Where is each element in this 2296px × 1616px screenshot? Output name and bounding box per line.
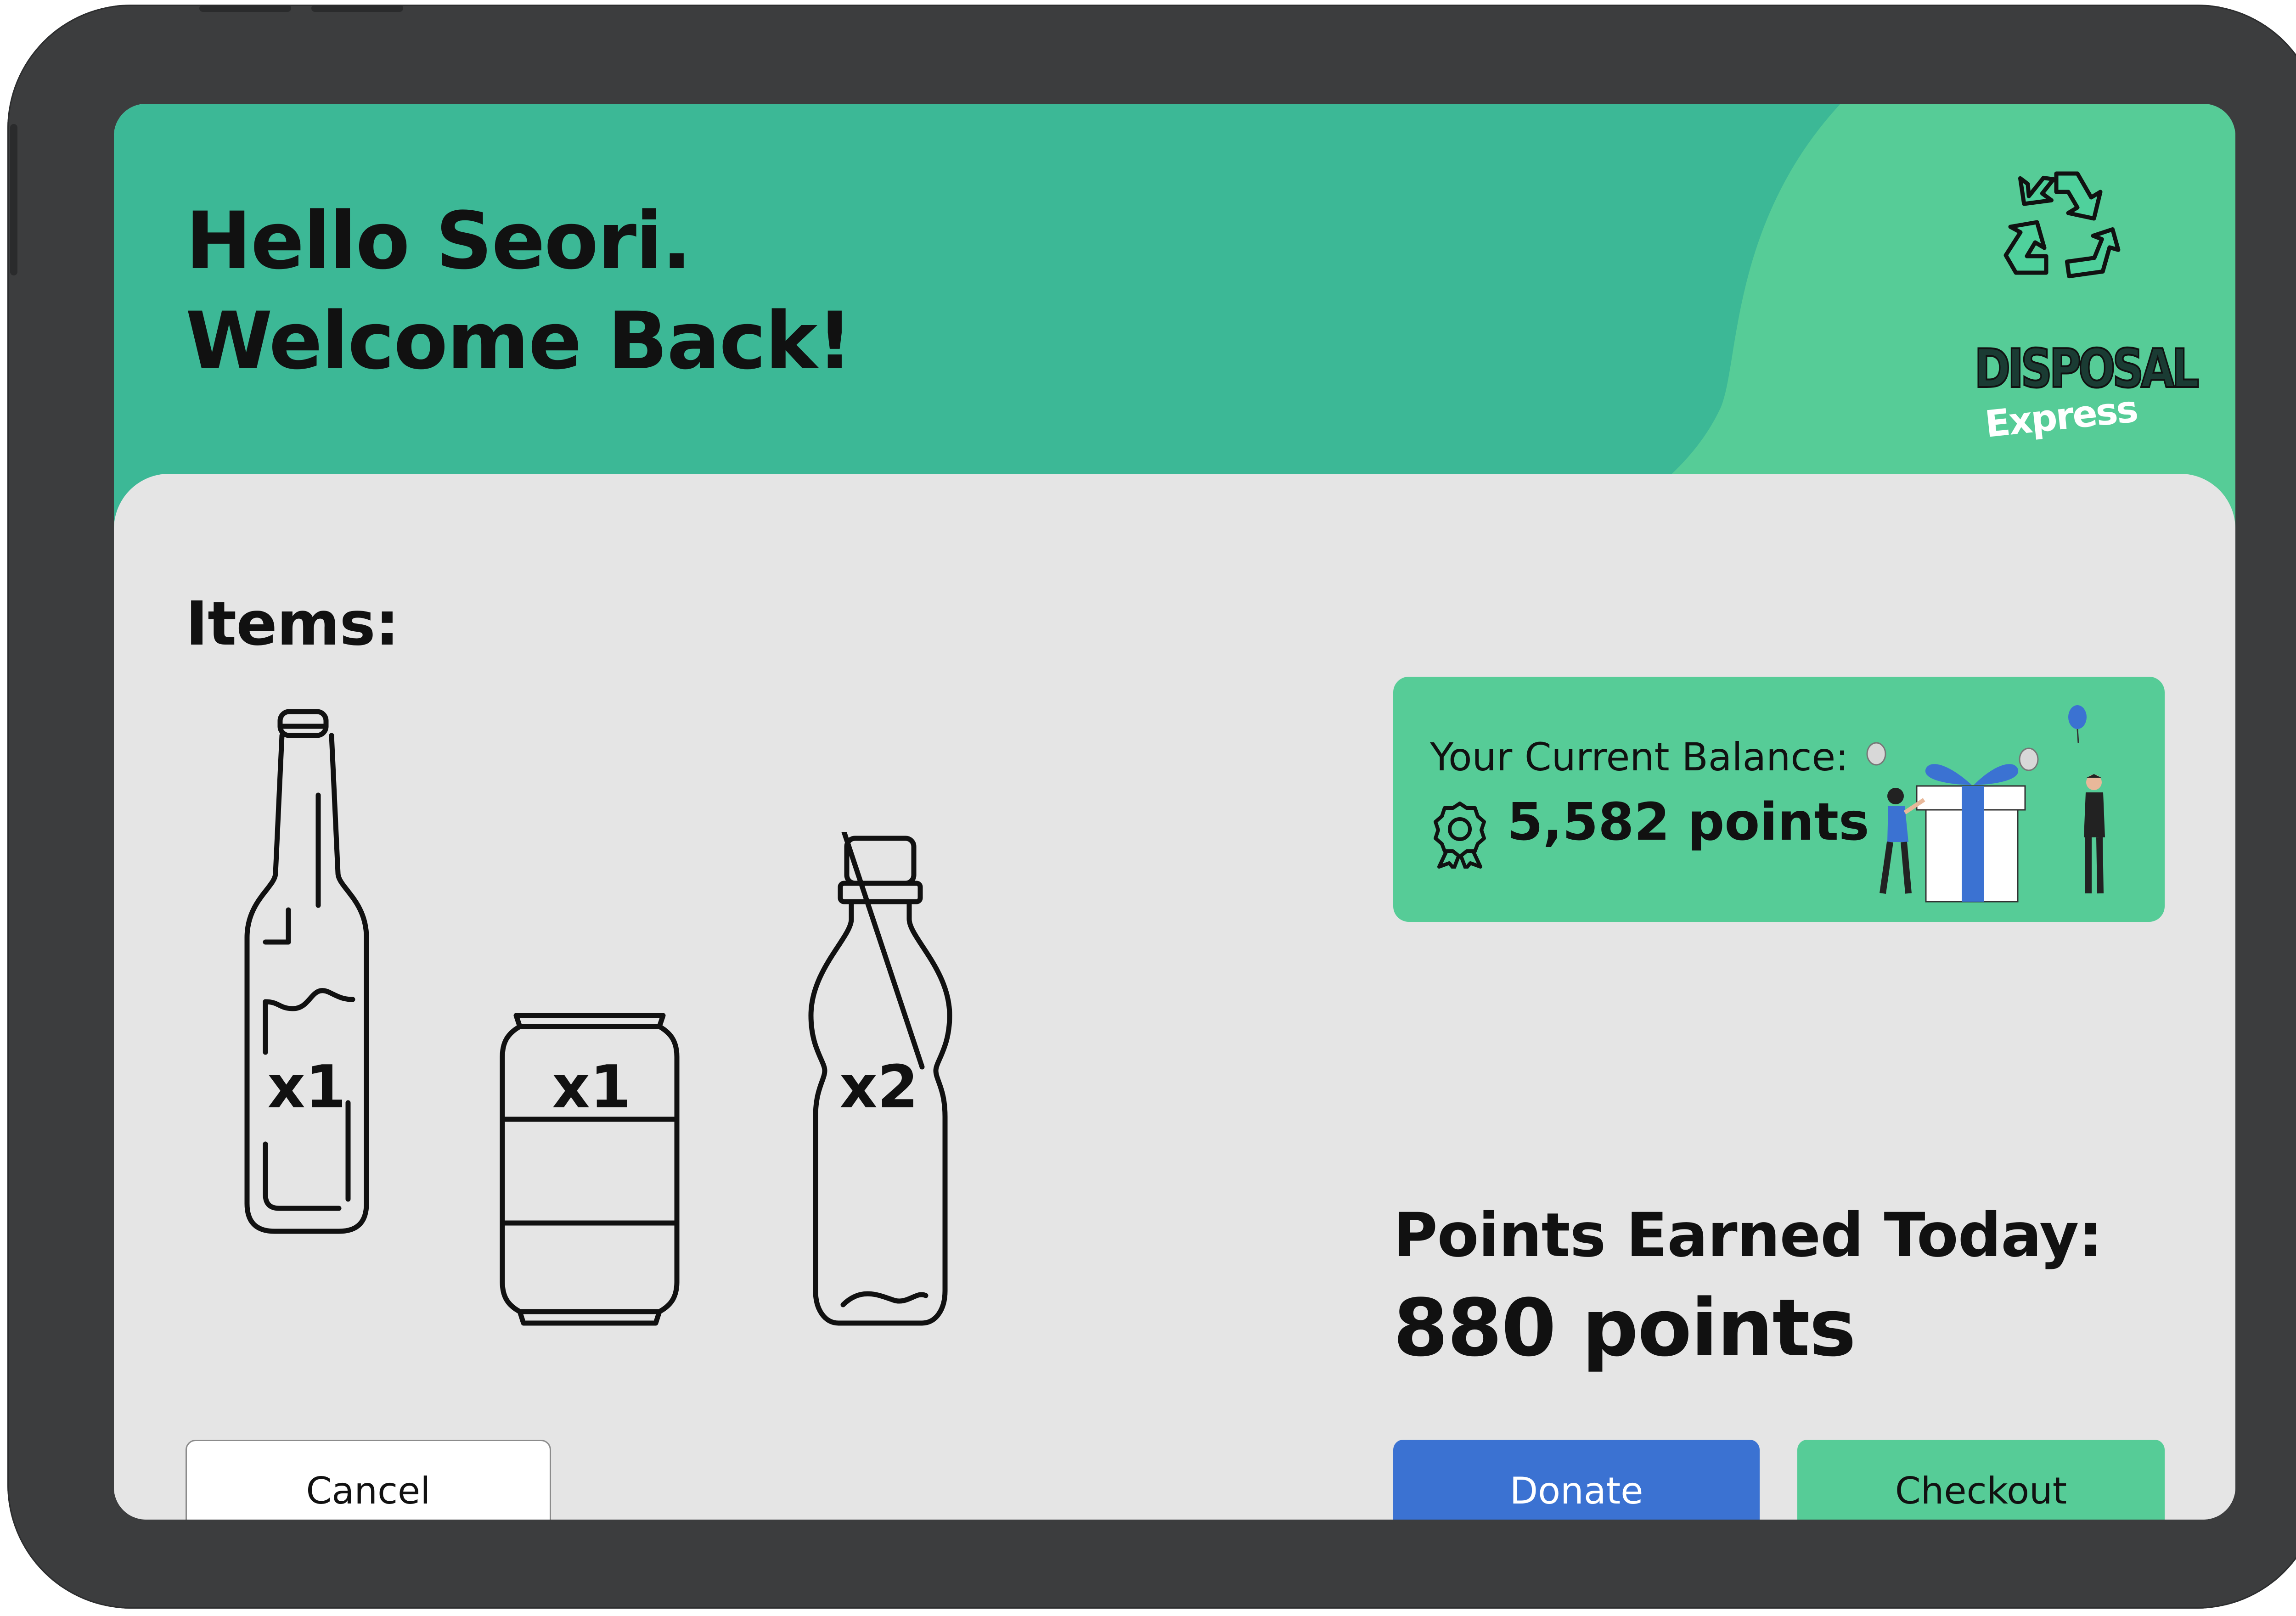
recycle-icon [2003,171,2121,279]
gift-illustration-icon [1866,705,2105,903]
greeting-line-2: Welcome Back! [186,295,853,387]
item-quantity-can: x1 [552,1053,631,1122]
glass-bottle-icon [244,709,369,1234]
side-button [10,124,17,275]
disposal-express-logo: DISPOSAL Express [1955,163,2200,446]
power-button [199,5,291,12]
main-panel: Items: x1 x1 x2 Your Current Balance: 5,… [114,474,2235,1520]
points-earned-value: 880 points [1393,1282,1856,1374]
item-quantity-plastic-bottle: x2 [839,1053,918,1122]
volume-button [311,5,403,12]
balance-card: Your Current Balance: 5,582 points [1393,677,2165,922]
points-earned-label: Points Earned Today: [1393,1200,2103,1271]
balance-points: 5,582 points [1507,792,1869,852]
greeting-line-1: Hello Seori. [186,195,692,287]
cancel-button[interactable]: Cancel [186,1440,551,1520]
checkout-button[interactable]: Checkout [1797,1440,2165,1520]
item-quantity-glass-bottle: x1 [267,1053,346,1122]
balance-label: Your Current Balance: [1430,735,1849,780]
greeting-heading: Hello Seori. Welcome Back! [186,191,853,391]
award-icon [1434,802,1486,869]
app-screen: Hello Seori. Welcome Back! DISPOSAL Expr… [114,104,2235,1520]
tablet-frame: Hello Seori. Welcome Back! DISPOSAL Expr… [7,5,2296,1609]
items-heading: Items: [186,589,400,659]
donate-button[interactable]: Donate [1393,1440,1760,1520]
